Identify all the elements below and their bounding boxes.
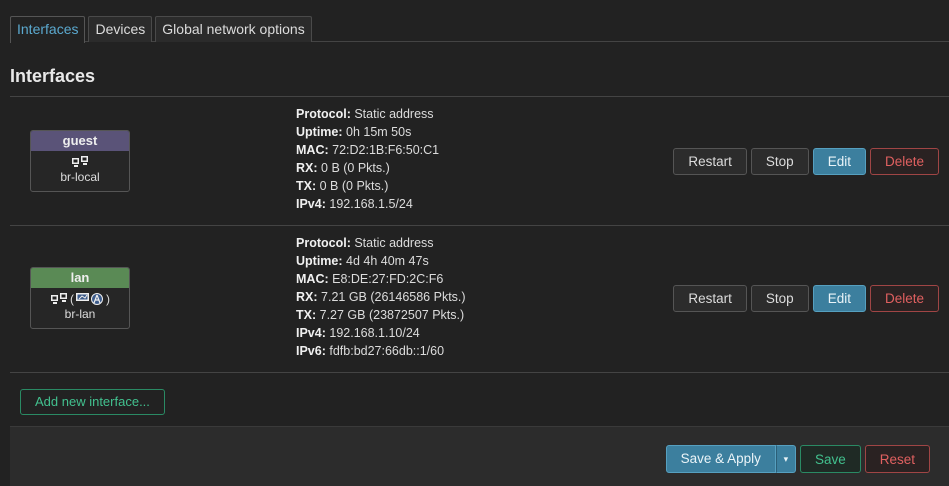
delete-button[interactable]: Delete bbox=[869, 285, 939, 312]
tab-interfaces[interactable]: Interfaces bbox=[10, 16, 86, 43]
interface-badge-guest[interactable]: guest br-local bbox=[30, 130, 130, 192]
edit-button[interactable]: Edit bbox=[812, 148, 866, 175]
interface-name: lan bbox=[31, 268, 129, 288]
restart-button[interactable]: Restart bbox=[673, 285, 747, 312]
info-uptime: Uptime: 4d 4h 40m 47s bbox=[296, 254, 429, 268]
bridge-members-icon bbox=[76, 292, 104, 305]
save-apply-button[interactable]: Save & Apply bbox=[665, 445, 776, 473]
row-actions-lan: Restart Stop Edit Delete bbox=[673, 285, 939, 312]
interface-device: br-lan bbox=[64, 307, 96, 321]
save-apply-dropdown-toggle[interactable]: ▾ bbox=[775, 445, 796, 473]
info-protocol: Protocol: Static address bbox=[296, 236, 434, 250]
table-row-lan: lan () br-lan Protocol: Static address … bbox=[10, 226, 949, 373]
info-mac: MAC: 72:D2:1B:F6:50:C1 bbox=[296, 143, 440, 157]
info-uptime: Uptime: 0h 15m 50s bbox=[296, 125, 412, 139]
interface-status-lan: Protocol: Static address Uptime: 4d 4h 4… bbox=[296, 234, 466, 360]
stop-button[interactable]: Stop bbox=[750, 148, 809, 175]
table-row-guest: guest br-local Protocol: Static address bbox=[10, 97, 949, 226]
info-ipv4: IPv4: 192.168.1.5/24 bbox=[296, 197, 413, 211]
interfaces-table: guest br-local Protocol: Static address bbox=[10, 96, 949, 373]
row-actions-guest: Restart Stop Edit Delete bbox=[673, 148, 939, 175]
reset-button[interactable]: Reset bbox=[864, 445, 930, 473]
interface-icons bbox=[31, 151, 129, 169]
restart-button[interactable]: Restart bbox=[673, 148, 747, 175]
footer-actions: Save & Apply ▾ Save Reset bbox=[665, 445, 930, 473]
info-tx: TX: 7.27 GB (23872507 Pkts.) bbox=[296, 308, 465, 322]
info-rx: RX: 0 B (0 Pkts.) bbox=[296, 161, 390, 175]
section-title: Interfaces bbox=[10, 66, 96, 86]
stop-button[interactable]: Stop bbox=[750, 285, 809, 312]
tab-bar: Interfaces Devices Global network option… bbox=[10, 16, 949, 43]
info-mac: MAC: E8:DE:27:FD:2C:F6 bbox=[296, 272, 444, 286]
edit-button[interactable]: Edit bbox=[812, 285, 866, 312]
network-bridge-icon bbox=[50, 292, 68, 305]
info-tx: TX: 0 B (0 Pkts.) bbox=[296, 179, 389, 193]
interface-device: br-local bbox=[60, 170, 100, 184]
save-button[interactable]: Save bbox=[799, 445, 861, 473]
interface-icons: ( ) bbox=[31, 288, 129, 306]
delete-button[interactable]: Delete bbox=[869, 148, 939, 175]
interface-name: guest bbox=[31, 131, 129, 151]
info-ipv4: IPv4: 192.168.1.10/24 bbox=[296, 326, 420, 340]
network-bridge-icon bbox=[71, 155, 89, 168]
interface-badge-lan[interactable]: lan () br-lan bbox=[30, 267, 130, 329]
tab-devices[interactable]: Devices bbox=[88, 16, 153, 42]
info-ipv6: IPv6: fdfb:bd27:66db::1/60 bbox=[296, 344, 445, 358]
tab-global-network-options[interactable]: Global network options bbox=[155, 16, 312, 42]
interface-status-guest: Protocol: Static address Uptime: 0h 15m … bbox=[296, 105, 439, 213]
save-apply-split-button: Save & Apply ▾ bbox=[665, 445, 796, 473]
info-protocol: Protocol: Static address bbox=[296, 107, 434, 121]
info-rx: RX: 7.21 GB (26146586 Pkts.) bbox=[296, 290, 466, 304]
add-interface-button[interactable]: Add new interface... bbox=[20, 389, 165, 415]
page-footer: Save & Apply ▾ Save Reset bbox=[10, 426, 949, 486]
